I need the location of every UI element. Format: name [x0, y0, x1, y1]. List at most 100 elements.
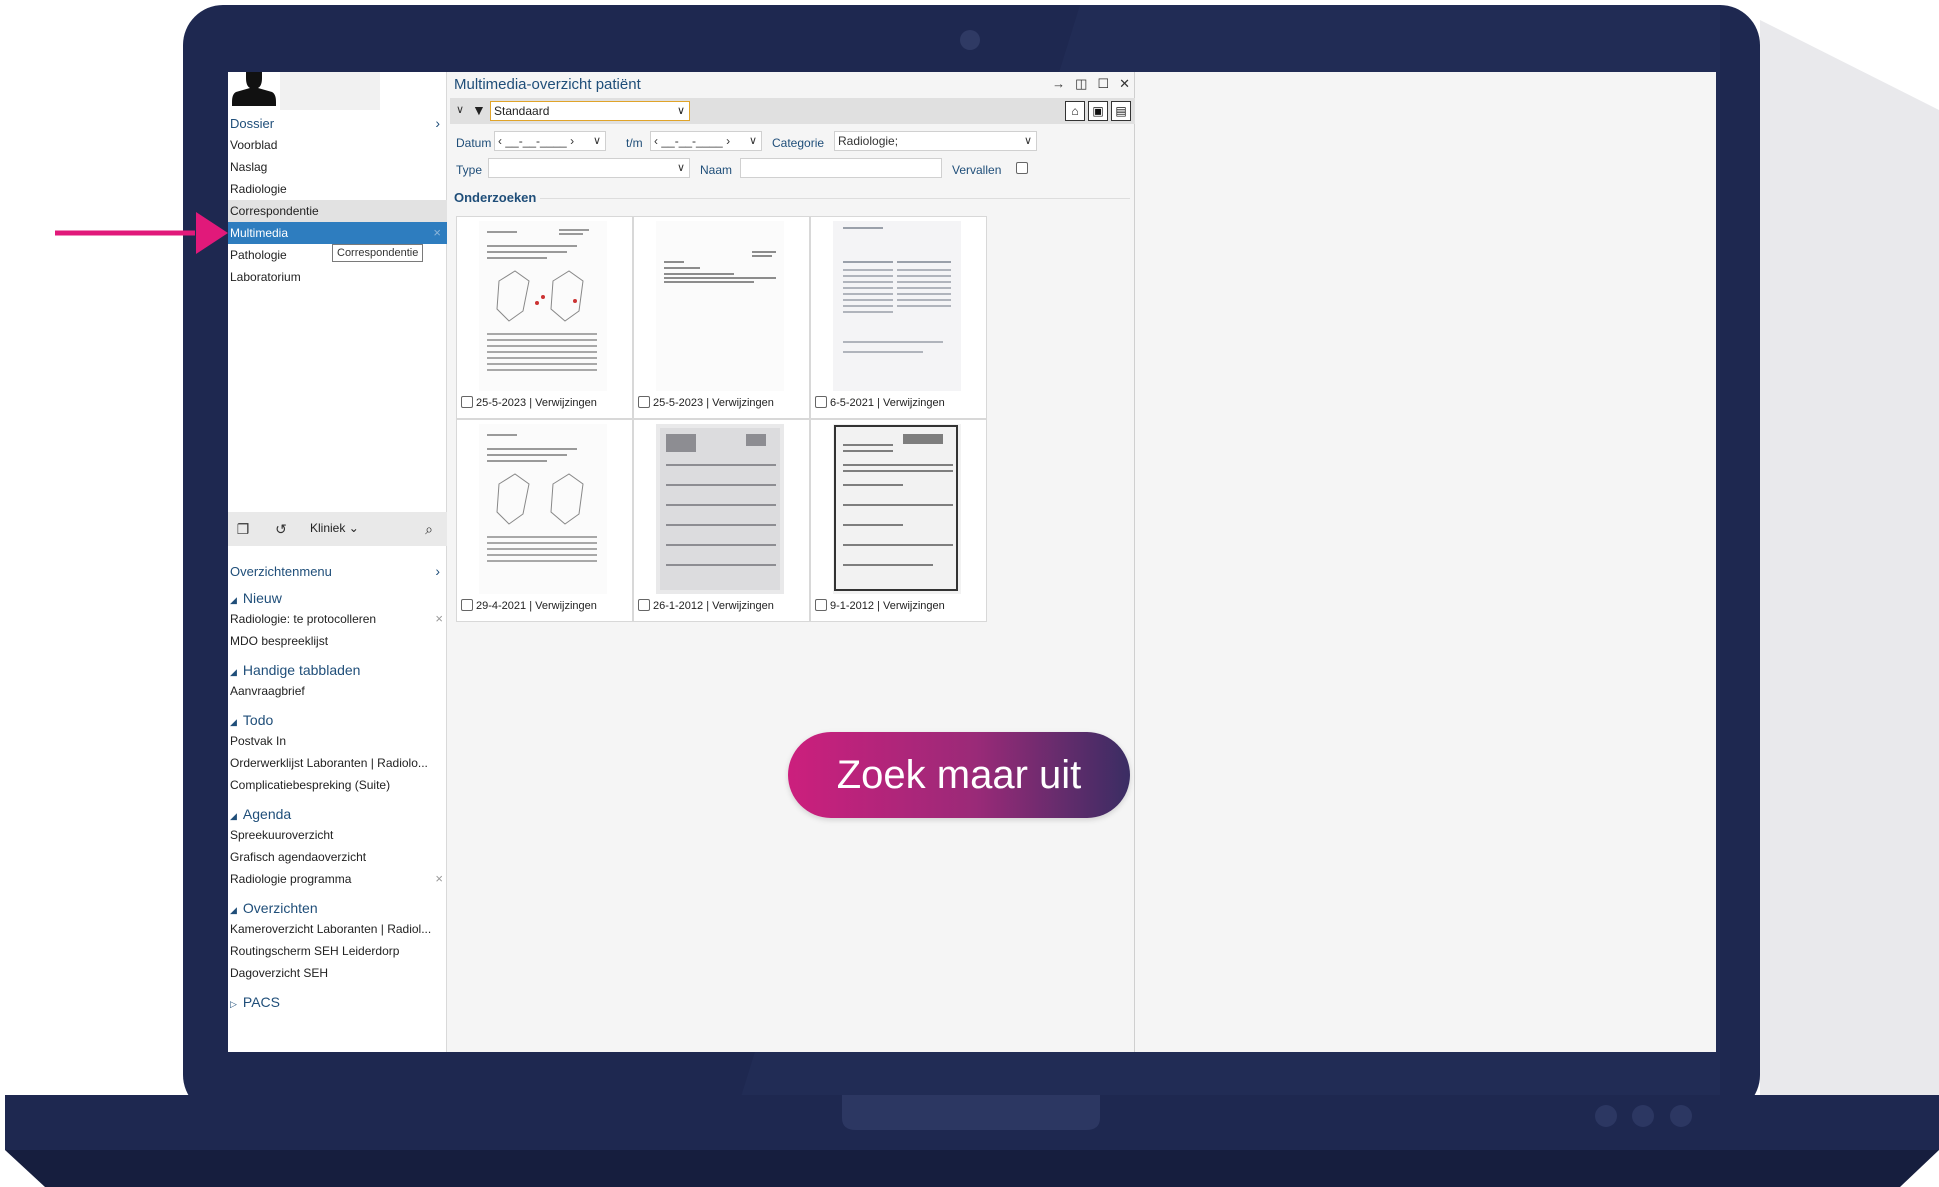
document-label: 29-4-2021 | Verwijzingen: [476, 600, 597, 612]
dossier-header[interactable]: Dossier ›: [230, 115, 444, 131]
date-from-field[interactable]: ‹ __-__-____ › ∨: [494, 131, 606, 151]
menu-item[interactable]: Grafisch agendaoverzicht: [228, 846, 447, 868]
select-checkbox[interactable]: [461, 599, 473, 612]
close-icon[interactable]: ×: [433, 222, 441, 244]
maximize-icon[interactable]: ☐: [1097, 76, 1109, 91]
document-caption: 9-1-2012 | Verwijzingen: [815, 599, 945, 612]
menu-item[interactable]: Spreekuuroverzicht: [228, 824, 447, 846]
group-agenda[interactable]: ◢ Agenda: [228, 802, 447, 824]
document-card[interactable]: 25-5-2023 | Verwijzingen: [456, 216, 633, 419]
laptop-stage: Dossier › Voorblad Naslag Radiologie Cor…: [0, 0, 1939, 1187]
chevron-down-icon[interactable]: ∨: [593, 132, 601, 150]
chevron-right-icon[interactable]: ›: [435, 115, 440, 131]
menu-item[interactable]: Routingscherm SEH Leiderdorp: [228, 940, 447, 962]
document-card[interactable]: 9-1-2012 | Verwijzingen: [810, 419, 987, 622]
group-overzichten[interactable]: ◢ Overzichten: [228, 896, 447, 918]
group-todo[interactable]: ◢ Todo: [228, 708, 447, 730]
date-to-field[interactable]: ‹ __-__-____ › ∨: [650, 131, 762, 151]
document-label: 9-1-2012 | Verwijzingen: [830, 600, 945, 612]
collapse-triangle-icon: ◢: [230, 717, 237, 727]
chevron-right-icon[interactable]: ›: [435, 563, 440, 579]
select-checkbox[interactable]: [815, 396, 827, 409]
windows-icon[interactable]: ❐: [232, 519, 254, 539]
filter-bar: ∨ ▼ Standaard ∨ ⌂ ▣ ▤: [450, 98, 1135, 124]
chevron-right-icon[interactable]: ›: [726, 134, 730, 148]
nav-item-laboratorium[interactable]: Laboratorium: [228, 266, 447, 288]
menu-item[interactable]: Postvak In: [228, 730, 447, 752]
collapse-triangle-icon: ◢: [230, 811, 237, 821]
document-card[interactable]: 26-1-2012 | Verwijzingen: [633, 419, 810, 622]
menu-item[interactable]: Kameroverzicht Laboranten | Radiol...: [228, 918, 447, 940]
menu-item[interactable]: Dagoverzicht SEH: [228, 962, 447, 984]
close-icon[interactable]: ×: [435, 868, 443, 890]
history-icon[interactable]: ↺: [270, 519, 292, 539]
nav-item-correspondentie[interactable]: Correspondentie: [228, 200, 447, 222]
menu-item[interactable]: MDO bespreeklijst: [228, 630, 447, 652]
group-pacs[interactable]: ▷ PACS: [228, 990, 447, 1012]
home-icon[interactable]: ⌂: [1065, 101, 1085, 121]
document-thumbnail: [656, 424, 784, 594]
nav-item-label: Multimedia: [230, 226, 289, 240]
trash-icon[interactable]: ▤: [1111, 101, 1131, 121]
close-icon[interactable]: ×: [435, 608, 443, 630]
type-select[interactable]: ∨: [488, 158, 690, 178]
vervallen-checkbox[interactable]: [1016, 162, 1028, 174]
nav-item-voorblad[interactable]: Voorblad: [228, 134, 447, 156]
filter-actions: ⌂ ▣ ▤: [1062, 101, 1131, 121]
group-nieuw[interactable]: ◢ Nieuw: [228, 586, 447, 608]
sidebar: Dossier › Voorblad Naslag Radiologie Cor…: [228, 72, 447, 1052]
filter-preset-select[interactable]: Standaard ∨: [490, 101, 690, 121]
categorie-select[interactable]: Radiologie; ∨: [834, 131, 1037, 151]
split-view-icon[interactable]: ◫: [1075, 76, 1087, 91]
group-title: PACS: [242, 994, 281, 1010]
select-checkbox[interactable]: [461, 396, 473, 409]
chevron-left-icon[interactable]: ‹: [654, 134, 658, 148]
nav-item-radiologie[interactable]: Radiologie: [228, 178, 447, 200]
date-to-value: __-__-____: [661, 134, 723, 148]
kliniek-dropdown[interactable]: Kliniek ⌄: [310, 521, 359, 535]
select-checkbox[interactable]: [638, 396, 650, 409]
menu-item[interactable]: Radiologie: te protocolleren ×: [228, 608, 447, 630]
multimedia-panel: Multimedia-overzicht patiënt → ◫ ☐ ✕ ∨ ▼ St…: [450, 72, 1135, 1052]
overzichtenmenu-header[interactable]: Overzichtenmenu ›: [230, 563, 444, 579]
chevron-down-icon: ∨: [1023, 135, 1032, 147]
nav-item-naslag[interactable]: Naslag: [228, 156, 447, 178]
zoek-maar-uit-button[interactable]: Zoek maar uit: [788, 732, 1130, 818]
select-checkbox[interactable]: [815, 599, 827, 612]
chevron-down-icon[interactable]: ∨: [749, 132, 757, 150]
chevron-down-icon: ⌄: [348, 521, 359, 535]
nav-item-multimedia[interactable]: Multimedia ×: [228, 222, 447, 244]
collapse-triangle-icon: ◢: [230, 667, 237, 677]
sidebar-toolbar: ❐ ↺ Kliniek ⌄ ⌕: [228, 512, 447, 546]
select-checkbox[interactable]: [638, 599, 650, 612]
document-card[interactable]: 25-5-2023 | Verwijzingen: [633, 216, 810, 419]
document-caption: 26-1-2012 | Verwijzingen: [638, 599, 774, 612]
save-icon[interactable]: ▣: [1088, 101, 1108, 121]
kliniek-label: Kliniek: [310, 521, 346, 535]
arrow-right-icon[interactable]: →: [1052, 76, 1065, 91]
document-thumbnail: [833, 424, 961, 594]
search-icon[interactable]: ⌕: [418, 519, 440, 539]
collapse-triangle-icon: ◢: [230, 595, 237, 605]
menu-item[interactable]: Orderwerklijst Laboranten | Radiolo...: [228, 752, 447, 774]
chevron-left-icon[interactable]: ‹: [498, 134, 502, 148]
chevron-down-icon: ∨: [676, 162, 685, 174]
datum-label: Datum: [456, 136, 492, 150]
menu-item[interactable]: Complicatiebespreking (Suite): [228, 774, 447, 796]
section-title: Onderzoeken: [454, 190, 537, 205]
group-handige-tabbladen[interactable]: ◢ Handige tabbladen: [228, 658, 447, 680]
chevron-right-icon[interactable]: ›: [570, 134, 574, 148]
naam-label: Naam: [700, 163, 733, 177]
menu-item[interactable]: Aanvraagbrief: [228, 680, 447, 702]
chevron-down-icon[interactable]: ∨: [456, 103, 464, 116]
dossier-label: Dossier: [230, 116, 275, 131]
document-label: 26-1-2012 | Verwijzingen: [653, 600, 774, 612]
naam-field[interactable]: [740, 158, 942, 178]
menu-item[interactable]: Radiologie programma ×: [228, 868, 447, 890]
document-caption: 25-5-2023 | Verwijzingen: [638, 396, 774, 409]
dossier-nav: Voorblad Naslag Radiologie Correspondent…: [228, 134, 447, 288]
document-card[interactable]: 29-4-2021 | Verwijzingen: [456, 419, 633, 622]
application-screen: Dossier › Voorblad Naslag Radiologie Cor…: [228, 72, 1716, 1052]
document-card[interactable]: 6-5-2021 | Verwijzingen: [810, 216, 987, 419]
close-icon[interactable]: ✕: [1119, 76, 1130, 91]
